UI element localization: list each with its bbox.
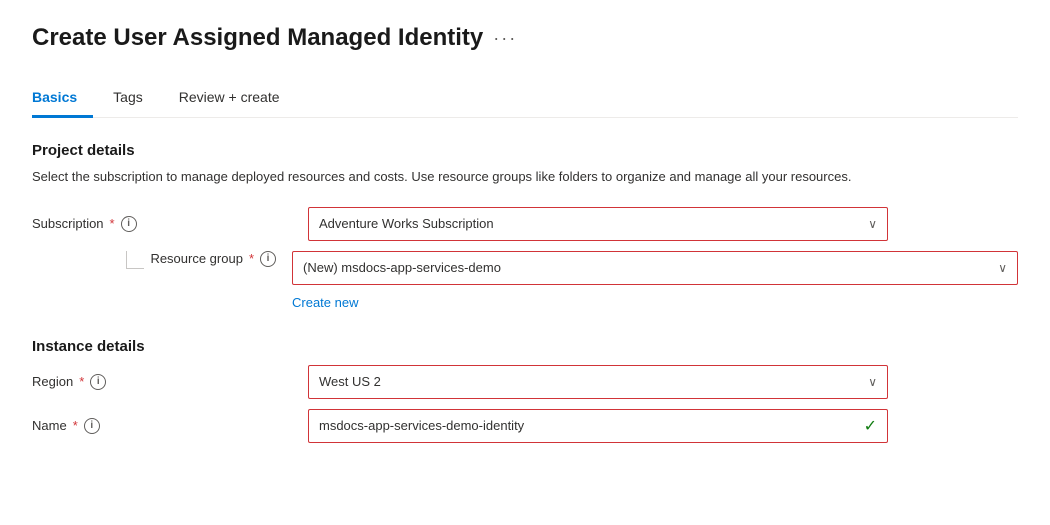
resource-group-value: (New) msdocs-app-services-demo xyxy=(303,260,501,275)
subscription-label: Subscription xyxy=(32,216,104,231)
subscription-required: * xyxy=(110,216,115,231)
resource-group-required: * xyxy=(249,251,254,266)
project-details-title: Project details xyxy=(32,142,1018,159)
tab-basics[interactable]: Basics xyxy=(32,81,93,118)
resource-group-connector: Resource group * i (New) msdocs-app-serv… xyxy=(32,251,1018,310)
name-info-icon[interactable]: i xyxy=(84,418,100,434)
instance-details-section: Instance details Region * i West US 2 ∨ … xyxy=(32,338,1018,443)
region-label-col: Region * i xyxy=(32,374,292,390)
region-info-icon[interactable]: i xyxy=(90,374,106,390)
page-title-row: Create User Assigned Managed Identity ··… xyxy=(32,24,1018,52)
region-value: West US 2 xyxy=(319,374,381,389)
name-value: msdocs-app-services-demo-identity xyxy=(319,418,524,433)
project-details-description: Select the subscription to manage deploy… xyxy=(32,167,852,187)
name-input[interactable]: msdocs-app-services-demo-identity ✓ xyxy=(308,409,888,443)
region-control: West US 2 ∨ xyxy=(308,365,888,399)
subscription-value: Adventure Works Subscription xyxy=(319,216,494,231)
page-title: Create User Assigned Managed Identity xyxy=(32,24,483,52)
tab-review-create[interactable]: Review + create xyxy=(179,81,296,118)
subscription-row: Subscription * i Adventure Works Subscri… xyxy=(32,207,1018,241)
project-details-section: Project details Select the subscription … xyxy=(32,142,1018,310)
name-valid-icon: ✓ xyxy=(864,416,877,436)
subscription-control: Adventure Works Subscription ∨ xyxy=(308,207,888,241)
name-control: msdocs-app-services-demo-identity ✓ xyxy=(308,409,888,443)
ellipsis-menu-icon[interactable]: ··· xyxy=(493,28,517,49)
resource-group-dropdown[interactable]: (New) msdocs-app-services-demo ∨ xyxy=(292,251,1018,285)
subscription-info-icon[interactable]: i xyxy=(121,216,137,232)
resource-group-wrapper: (New) msdocs-app-services-demo ∨ Create … xyxy=(292,251,1018,310)
region-label: Region xyxy=(32,374,73,389)
name-label-col: Name * i xyxy=(32,418,292,434)
region-dropdown[interactable]: West US 2 ∨ xyxy=(308,365,888,399)
instance-details-title: Instance details xyxy=(32,338,1018,355)
subscription-dropdown[interactable]: Adventure Works Subscription ∨ xyxy=(308,207,888,241)
resource-group-info-icon[interactable]: i xyxy=(260,251,276,267)
tabs-row: Basics Tags Review + create xyxy=(32,80,1018,118)
resource-group-chevron-icon: ∨ xyxy=(998,261,1007,275)
name-label: Name xyxy=(32,418,67,433)
subscription-chevron-icon: ∨ xyxy=(868,217,877,231)
name-required: * xyxy=(73,418,78,433)
region-required: * xyxy=(79,374,84,389)
subscription-label-col: Subscription * i xyxy=(32,216,292,232)
name-row: Name * i msdocs-app-services-demo-identi… xyxy=(32,409,1018,443)
create-new-link[interactable]: Create new xyxy=(292,295,1018,310)
tab-tags[interactable]: Tags xyxy=(113,81,159,118)
resource-group-label: Resource group xyxy=(150,251,243,266)
region-row: Region * i West US 2 ∨ xyxy=(32,365,1018,399)
region-chevron-icon: ∨ xyxy=(868,375,877,389)
